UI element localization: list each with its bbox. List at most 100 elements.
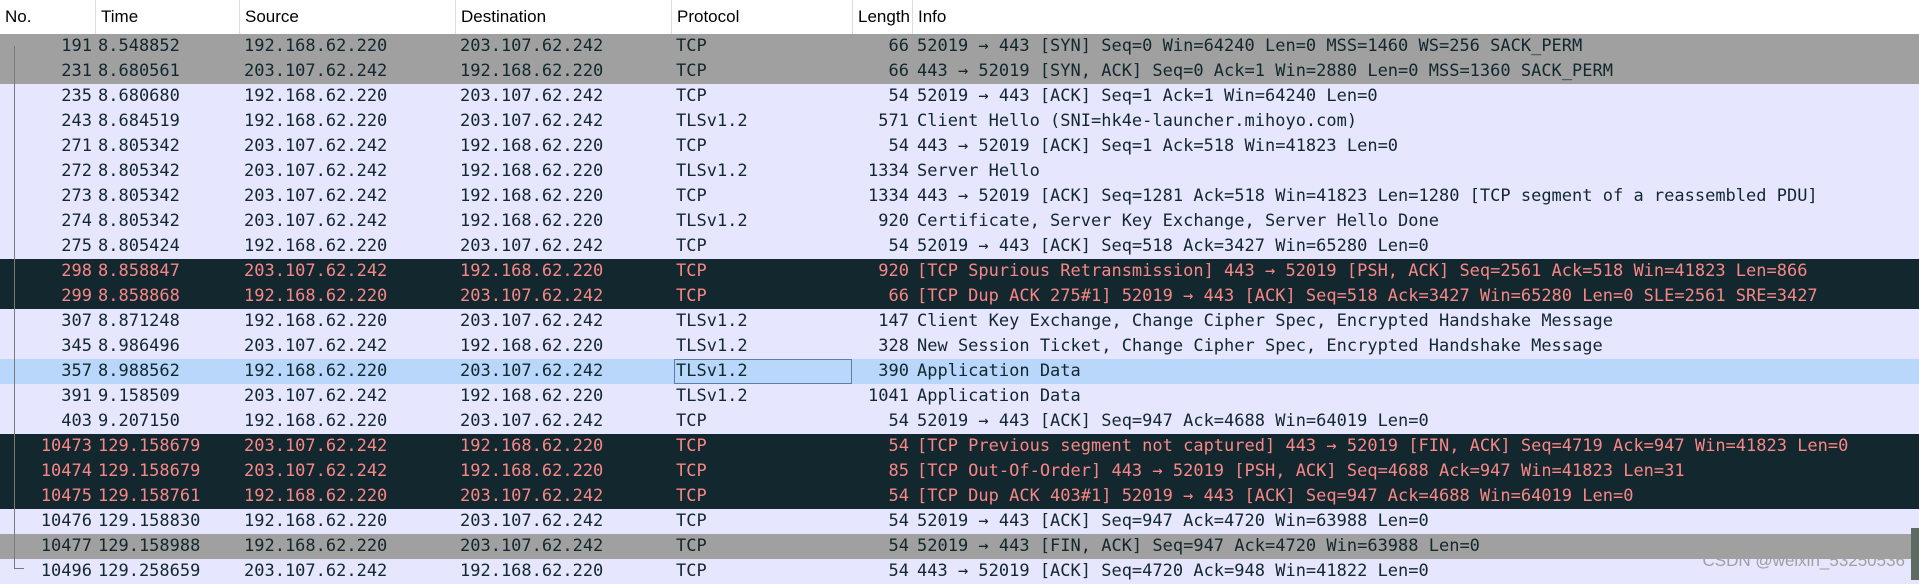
packet-row[interactable]: 271 8.805342 203.107.62.242 192.168.62.220 T… — [0, 134, 1919, 159]
packet-protocol: TCP — [676, 61, 707, 81]
packet-row[interactable]: 299 8.858868 192.168.62.220 203.107.62.242 T… — [0, 284, 1919, 309]
packet-row[interactable]: 10496 129.258659 203.107.62.242 192.168.62.… — [0, 559, 1919, 584]
packet-row[interactable]: 191 8.548852 192.168.62.220 203.107.62.242 T… — [0, 34, 1919, 59]
packet-protocol: TCP — [676, 486, 707, 506]
packet-time: 8.805342 — [98, 161, 180, 181]
packet-destination: 192.168.62.220 — [460, 211, 604, 231]
packet-info: Client Key Exchange, Change Cipher Spec,… — [917, 311, 1613, 331]
packet-length: 1334 — [868, 186, 909, 206]
packet-source: 192.168.62.220 — [244, 361, 388, 381]
packet-row[interactable]: 10475 129.158761 192.168.62.220 203.107.62.… — [0, 484, 1919, 509]
packet-time: 8.684519 — [98, 111, 180, 131]
packet-row[interactable]: 235 8.680680 192.168.62.220 203.107.62.242 T… — [0, 84, 1919, 109]
column-header-time[interactable]: Time — [96, 0, 240, 34]
packet-row[interactable]: 272 8.805342 203.107.62.242 192.168.62.220 T… — [0, 159, 1919, 184]
packet-source: 203.107.62.242 — [244, 211, 388, 231]
packet-info: Application Data — [917, 361, 1081, 381]
packet-row[interactable]: 403 9.207150 192.168.62.220 203.107.62.242 T… — [0, 409, 1919, 434]
packet-source: 192.168.62.220 — [244, 411, 388, 431]
packet-time: 8.858847 — [98, 261, 180, 281]
packet-source: 203.107.62.242 — [244, 386, 388, 406]
packet-length: 54 — [888, 136, 909, 156]
packet-length: 54 — [888, 511, 909, 531]
packet-source: 192.168.62.220 — [244, 111, 388, 131]
packet-length: 54 — [888, 236, 909, 256]
packet-length: 920 — [878, 211, 909, 231]
packet-row[interactable]: 274 8.805342 203.107.62.242 192.168.62.220 T… — [0, 209, 1919, 234]
packet-time: 8.871248 — [98, 311, 180, 331]
scrollbar-minimap[interactable] — [1911, 528, 1919, 580]
packet-time: 129.158679 — [98, 436, 201, 456]
packet-time: 8.548852 — [98, 36, 180, 56]
packet-destination: 192.168.62.220 — [460, 186, 604, 206]
column-header-no[interactable]: No. — [0, 0, 96, 34]
packet-row[interactable]: 298 8.858847 203.107.62.242 192.168.62.220 T… — [0, 259, 1919, 284]
packet-row[interactable]: 10476 129.158830 192.168.62.220 203.107.62.… — [0, 509, 1919, 534]
packet-protocol: TCP — [676, 536, 707, 556]
column-header-protocol[interactable]: Protocol — [672, 0, 853, 34]
packet-length: 328 — [878, 336, 909, 356]
column-header-source[interactable]: Source — [240, 0, 456, 34]
packet-protocol: TCP — [676, 261, 707, 281]
packet-destination: 192.168.62.220 — [460, 136, 604, 156]
packet-source: 203.107.62.242 — [244, 461, 388, 481]
column-header-info[interactable]: Info — [913, 0, 1919, 34]
packet-protocol: TLSv1.2 — [676, 386, 748, 406]
packet-row[interactable]: 391 9.158509 203.107.62.242 192.168.62.220 T… — [0, 384, 1919, 409]
packet-source: 203.107.62.242 — [244, 336, 388, 356]
packet-source: 203.107.62.242 — [244, 436, 388, 456]
column-header-length[interactable]: Length — [853, 0, 913, 34]
packet-info: Application Data — [917, 386, 1081, 406]
packet-destination: 203.107.62.242 — [460, 286, 604, 306]
packet-row[interactable]: 10474 129.158679 203.107.62.242 192.168.62.… — [0, 459, 1919, 484]
packet-source: 192.168.62.220 — [244, 86, 388, 106]
packet-row[interactable]: 275 8.805424 192.168.62.220 203.107.62.242 T… — [0, 234, 1919, 259]
packet-destination: 192.168.62.220 — [460, 261, 604, 281]
packet-row[interactable]: 10473 129.158679 203.107.62.242 192.168.62.… — [0, 434, 1919, 459]
conversation-bracket-line — [14, 46, 15, 568]
packet-time: 8.986496 — [98, 336, 180, 356]
packet-info: [TCP Spurious Retransmission] 443 → 5201… — [917, 261, 1808, 281]
packet-row[interactable]: 357 8.988562 192.168.62.220 203.107.62.242 T… — [0, 359, 1919, 384]
packet-info: 52019 → 443 [ACK] Seq=1 Ack=1 Win=64240 … — [917, 86, 1378, 106]
packet-destination: 192.168.62.220 — [460, 161, 604, 181]
packet-length: 920 — [878, 261, 909, 281]
packet-length: 85 — [888, 461, 909, 481]
packet-source: 192.168.62.220 — [244, 236, 388, 256]
packet-destination: 203.107.62.242 — [460, 236, 604, 256]
packet-time: 8.680680 — [98, 86, 180, 106]
packet-length: 54 — [888, 536, 909, 556]
packet-destination: 192.168.62.220 — [460, 61, 604, 81]
packet-time: 8.805342 — [98, 211, 180, 231]
packet-length: 54 — [888, 486, 909, 506]
packet-length: 54 — [888, 436, 909, 456]
packet-destination: 203.107.62.242 — [460, 486, 604, 506]
packet-protocol: TCP — [676, 136, 707, 156]
conversation-bracket-end — [14, 568, 24, 569]
packet-info: [TCP Previous segment not captured] 443 … — [917, 436, 1849, 456]
packet-destination: 203.107.62.242 — [460, 536, 604, 556]
packet-source: 192.168.62.220 — [244, 311, 388, 331]
packet-destination: 203.107.62.242 — [460, 311, 604, 331]
packet-destination: 203.107.62.242 — [460, 361, 604, 381]
column-header-destination[interactable]: Destination — [456, 0, 672, 34]
packet-row[interactable]: 243 8.684519 192.168.62.220 203.107.62.242 T… — [0, 109, 1919, 134]
packet-time: 8.805342 — [98, 136, 180, 156]
packet-protocol: TCP — [676, 286, 707, 306]
packet-row[interactable]: 345 8.986496 203.107.62.242 192.168.62.220 T… — [0, 334, 1919, 359]
packet-time: 8.805424 — [98, 236, 180, 256]
packet-length: 66 — [888, 286, 909, 306]
watermark: CSDN @weixin_53250536 — [1702, 551, 1905, 570]
packet-protocol: TCP — [676, 561, 707, 581]
packet-info: 52019 → 443 [ACK] Seq=947 Ack=4720 Win=6… — [917, 511, 1429, 531]
packet-length: 54 — [888, 86, 909, 106]
packet-info: Certificate, Server Key Exchange, Server… — [917, 211, 1439, 231]
packet-row[interactable]: 273 8.805342 203.107.62.242 192.168.62.220 T… — [0, 184, 1919, 209]
packet-destination: 203.107.62.242 — [460, 111, 604, 131]
packet-time: 129.158830 — [98, 511, 201, 531]
packet-row[interactable]: 10477 129.158988 192.168.62.220 203.107.62.… — [0, 534, 1919, 559]
packet-time: 8.680561 — [98, 61, 180, 81]
packet-protocol: TCP — [676, 436, 707, 456]
packet-row[interactable]: 307 8.871248 192.168.62.220 203.107.62.242 T… — [0, 309, 1919, 334]
packet-row[interactable]: 231 8.680561 203.107.62.242 192.168.62.220 T… — [0, 59, 1919, 84]
